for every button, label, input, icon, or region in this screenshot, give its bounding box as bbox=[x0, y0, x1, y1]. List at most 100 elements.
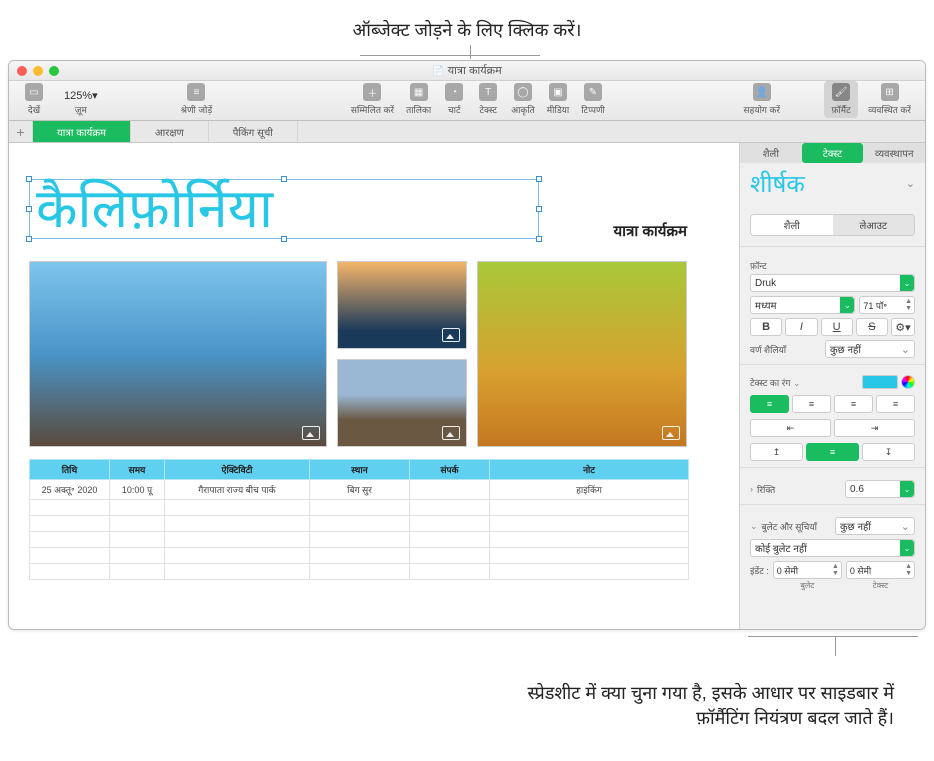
align-justify-button[interactable]: ≡ bbox=[876, 395, 915, 413]
paragraph-style-button[interactable]: शीर्षक ⌄ bbox=[740, 163, 925, 204]
font-weight-dropdown[interactable]: मध्यम ⌄ bbox=[750, 296, 855, 314]
chart-button[interactable]: ◔ चार्ट bbox=[437, 81, 471, 118]
strike-button[interactable]: S bbox=[856, 318, 888, 336]
organize-button[interactable]: ⊞ व्यवस्थित करें bbox=[862, 81, 917, 118]
add-category-button[interactable]: ≡ श्रेणी जोड़ें bbox=[175, 81, 219, 118]
photo-flowers[interactable] bbox=[477, 261, 687, 447]
sheet-tab-reservations[interactable]: आरक्षण bbox=[131, 121, 209, 142]
insert-button[interactable]: ＋ सम्मिलित करें bbox=[345, 81, 400, 118]
format-button[interactable]: 🖌 फ़ॉर्मैट bbox=[824, 81, 858, 118]
align-left-button[interactable]: ≡ bbox=[750, 395, 789, 413]
selection-handle[interactable] bbox=[536, 206, 542, 212]
underline-button[interactable]: U bbox=[821, 318, 853, 336]
table-button[interactable]: ▦ तालिका bbox=[400, 81, 437, 118]
color-wheel-icon[interactable] bbox=[901, 375, 915, 389]
cell-contact[interactable] bbox=[410, 480, 490, 500]
sheet-tab-active[interactable]: यात्रा कार्यक्रम bbox=[33, 121, 131, 142]
cell-time[interactable]: 10:00 पू bbox=[110, 480, 165, 500]
align-right-icon: ≡ bbox=[851, 399, 856, 409]
bullet-indent-stepper[interactable]: 0 सेमी▲▼ bbox=[773, 561, 842, 579]
cell-note[interactable]: हाइकिंग bbox=[490, 480, 689, 500]
char-styles-label: वर्ण शैलियाँ bbox=[750, 343, 786, 356]
text-indent-stepper[interactable]: 0 सेमी▲▼ bbox=[846, 561, 915, 579]
comment-button[interactable]: ✎ टिप्पणी bbox=[575, 81, 611, 118]
shape-button[interactable]: ◯ आकृति bbox=[505, 81, 541, 118]
table-row[interactable] bbox=[30, 516, 689, 532]
selection-handle[interactable] bbox=[281, 176, 287, 182]
sheet-tab-packing[interactable]: पैकिंग सूची bbox=[209, 121, 298, 142]
font-weight-value: मध्यम bbox=[755, 298, 777, 312]
cell-location[interactable]: बिग सुर bbox=[310, 480, 410, 500]
font-family-dropdown[interactable]: Druk ⌄ bbox=[750, 274, 915, 292]
view-button[interactable]: ▭ देखें bbox=[17, 81, 51, 118]
tab-style[interactable]: शैली bbox=[740, 143, 802, 163]
valign-top-button[interactable]: ↥ bbox=[750, 443, 803, 461]
outdent-button[interactable]: ⇤ bbox=[750, 419, 831, 437]
align-right-button[interactable]: ≡ bbox=[834, 395, 873, 413]
selection-handle[interactable] bbox=[26, 206, 32, 212]
itinerary-table[interactable]: तिथि समय ऐक्टिविटी स्थान संपर्क नोट 25 अ… bbox=[29, 459, 689, 580]
seg-layout[interactable]: लेआउट bbox=[833, 215, 915, 235]
tab-arrange[interactable]: व्यवस्थापन bbox=[863, 143, 925, 163]
col-date[interactable]: तिथि bbox=[30, 460, 110, 480]
collaborate-button[interactable]: 👤 सहयोग करें bbox=[737, 81, 786, 118]
zoom-dropdown[interactable]: 125%▾ ज़ूम bbox=[55, 86, 107, 118]
advanced-font-button[interactable]: ⚙▾ bbox=[891, 318, 915, 336]
table-row[interactable] bbox=[30, 548, 689, 564]
valign-middle-icon: ≡ bbox=[830, 447, 835, 457]
text-color-swatch[interactable] bbox=[862, 375, 898, 389]
chevron-down-icon[interactable]: ⌄ bbox=[750, 521, 758, 532]
selection-handle[interactable] bbox=[26, 176, 32, 182]
table-row[interactable] bbox=[30, 532, 689, 548]
photo-seals[interactable] bbox=[337, 359, 467, 447]
photo-coast[interactable] bbox=[29, 261, 327, 447]
selection-handle[interactable] bbox=[536, 176, 542, 182]
seg-style[interactable]: शैली bbox=[751, 215, 833, 235]
col-location[interactable]: स्थान bbox=[310, 460, 410, 480]
media-button[interactable]: ▣ मीडिया bbox=[541, 81, 575, 118]
annotation-top: ऑब्जेक्ट जोड़ने के लिए क्लिक करें। bbox=[0, 18, 934, 43]
indent-button[interactable]: ⇥ bbox=[834, 419, 915, 437]
bold-button[interactable]: B bbox=[750, 318, 782, 336]
text-button[interactable]: T टेक्स्ट bbox=[471, 81, 505, 118]
col-note[interactable]: नोट bbox=[490, 460, 689, 480]
canvas[interactable]: कैलिफ़ोर्निया यात्रा कार्यक्रम bbox=[9, 143, 739, 629]
add-sheet-button[interactable]: + bbox=[9, 121, 33, 142]
table-row[interactable] bbox=[30, 564, 689, 580]
bullet-type-dropdown[interactable]: कोई बुलेट नहीं ⌄ bbox=[750, 539, 915, 557]
zoom-label: ज़ूम bbox=[75, 103, 87, 116]
cell-activity[interactable]: गैरापाता राज्य बीच पार्क bbox=[165, 480, 310, 500]
table-row[interactable]: 25 अक्तू॰ 2020 10:00 पू गैरापाता राज्य ब… bbox=[30, 480, 689, 500]
selection-handle[interactable] bbox=[536, 236, 542, 242]
sidebar-tabs: शैली टेक्स्ट व्यवस्थापन bbox=[740, 143, 925, 163]
cell-date[interactable]: 25 अक्तू॰ 2020 bbox=[30, 480, 110, 500]
char-styles-dropdown[interactable]: कुछ नहीं⌄ bbox=[825, 340, 915, 358]
shape-label: आकृति bbox=[511, 103, 535, 116]
col-time[interactable]: समय bbox=[110, 460, 165, 480]
titlebar: यात्रा कार्यक्रम bbox=[9, 61, 925, 81]
title-text-box[interactable]: कैलिफ़ोर्निया bbox=[29, 179, 539, 239]
spacing-dropdown[interactable]: 0.6 ⌄ bbox=[845, 480, 915, 498]
style-layout-segment[interactable]: शैली लेआउट bbox=[750, 214, 915, 236]
view-label: देखें bbox=[28, 103, 40, 116]
selection-handle[interactable] bbox=[281, 236, 287, 242]
photo-lighthouse[interactable] bbox=[337, 261, 467, 349]
document-subtitle: यात्रा कार्यक्रम bbox=[613, 221, 687, 241]
indent-icon: ⇥ bbox=[871, 423, 879, 434]
align-center-button[interactable]: ≡ bbox=[792, 395, 831, 413]
valign-middle-button[interactable]: ≡ bbox=[806, 443, 859, 461]
tab-text[interactable]: टेक्स्ट bbox=[802, 143, 864, 163]
table-row[interactable] bbox=[30, 500, 689, 516]
valign-bottom-button[interactable]: ↧ bbox=[862, 443, 915, 461]
stepper-arrows-icon: ▲▼ bbox=[832, 563, 839, 577]
chevron-right-icon[interactable]: › bbox=[750, 484, 753, 494]
col-contact[interactable]: संपर्क bbox=[410, 460, 490, 480]
col-activity[interactable]: ऐक्टिविटी bbox=[165, 460, 310, 480]
bullets-dropdown[interactable]: कुछ नहीं⌄ bbox=[835, 517, 915, 535]
char-styles-value: कुछ नहीं bbox=[830, 342, 861, 356]
italic-button[interactable]: I bbox=[785, 318, 817, 336]
media-icon: ▣ bbox=[549, 83, 567, 101]
font-size-stepper[interactable]: 71 पॉ॰ ▲▼ bbox=[859, 296, 915, 314]
spacing-value: 0.6 bbox=[850, 484, 864, 495]
selection-handle[interactable] bbox=[26, 236, 32, 242]
